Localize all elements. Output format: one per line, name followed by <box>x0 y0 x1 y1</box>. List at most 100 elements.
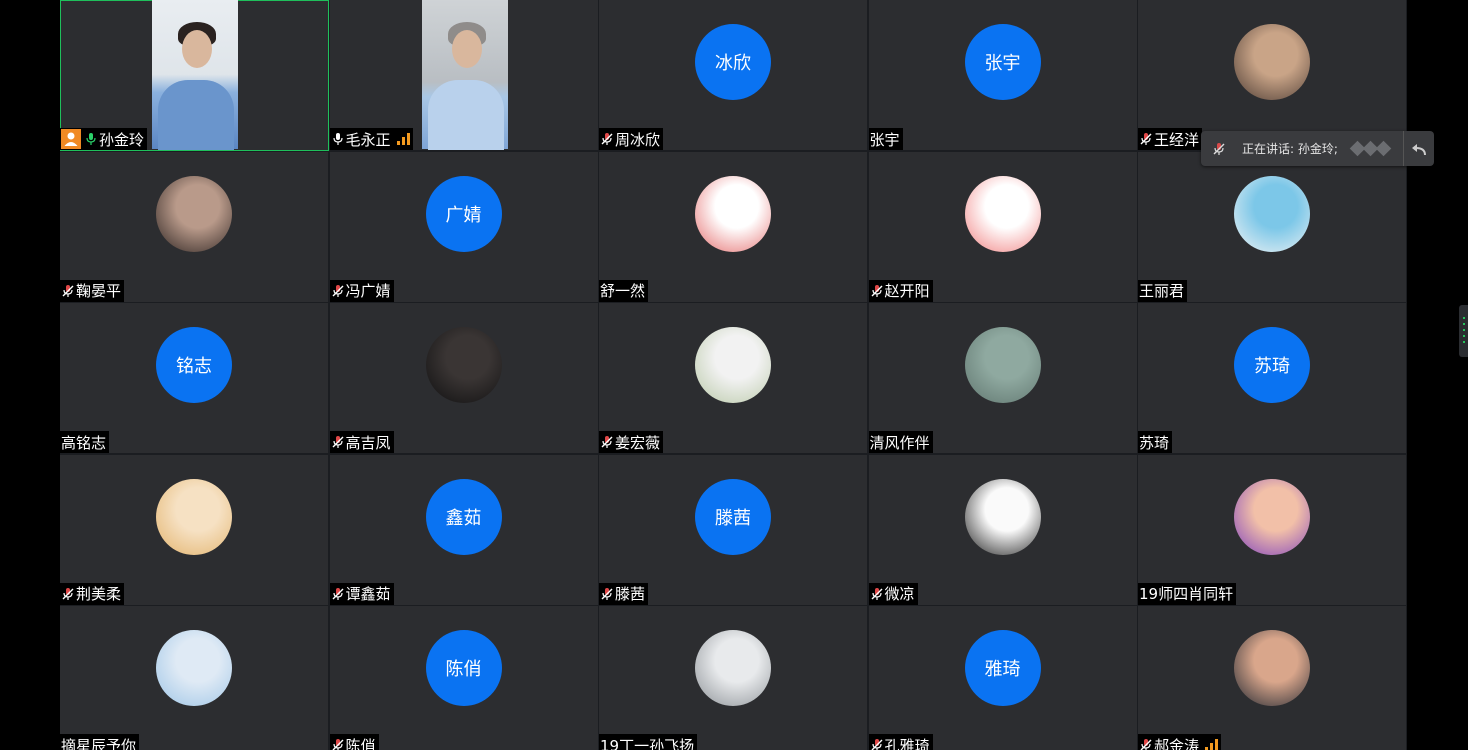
side-panel-handle[interactable] <box>1459 305 1468 357</box>
name-label-bar: 鞠晏平 <box>60 279 125 302</box>
participant-tile[interactable]: 冰欣周冰欣 <box>599 0 868 151</box>
name-label-bar: 高吉凤 <box>329 431 394 453</box>
collapse-icon[interactable] <box>1403 131 1434 166</box>
participant-tile[interactable]: 王经洋 <box>1138 0 1407 151</box>
participant-tile[interactable]: 郝金涛 <box>1138 606 1407 750</box>
name-label-bar: 王经洋 <box>1138 128 1203 150</box>
participant-tile[interactable]: 鞠晏平 <box>60 151 329 303</box>
participant-name: 摘星辰予你 <box>61 736 137 750</box>
avatar: 苏琦 <box>1234 327 1310 403</box>
avatar <box>695 175 771 252</box>
muted-mic-icon <box>331 738 345 750</box>
participant-tile[interactable]: 19师四肖同轩 <box>1138 454 1407 606</box>
participant-tile[interactable]: 微凉 <box>868 454 1138 606</box>
participant-name: 冯广婧 <box>345 282 391 300</box>
name-label-bar: 清风作伴 <box>868 431 933 453</box>
participant-tile[interactable]: 鑫茹谭鑫茹 <box>329 454 599 606</box>
name-label-bar: 张宇 <box>868 128 903 150</box>
muted-mic-icon <box>600 587 614 601</box>
name-label-bar: 19师四肖同轩 <box>1138 582 1237 605</box>
avatar <box>1234 175 1310 252</box>
participant-tile[interactable]: 张宇 张宇 <box>868 0 1138 151</box>
participant-tile[interactable]: 雅琦孔雅琦 <box>868 606 1138 750</box>
participant-tile[interactable]: 陈俏 陈俏 <box>329 606 599 750</box>
participant-name: 毛永正 <box>345 130 391 149</box>
participant-name: 荆美柔 <box>76 585 122 603</box>
participant-tile[interactable]: 广婧 冯广婧 <box>329 151 599 303</box>
avatar <box>1234 478 1310 555</box>
muted-mic-icon <box>1212 142 1226 156</box>
participant-grid: 孙金玲 毛永正 冰欣 周冰欣 张宇 张宇 王经洋 鞠晏平 广婧 冯广婧 舒一然 赵开阳 王丽君 铭志 高铭志… <box>60 0 1407 750</box>
participant-tile[interactable]: 滕茜 滕茜 <box>599 454 868 606</box>
name-label-bar: 舒一然 <box>599 279 649 302</box>
muted-mic-icon <box>600 435 614 449</box>
participant-tile[interactable]: 苏琦 苏琦 <box>1138 303 1407 454</box>
mic-icon <box>84 132 98 146</box>
avatar <box>964 478 1041 555</box>
name-label-bar: 毛永正 <box>329 128 413 150</box>
avatar <box>156 630 232 706</box>
video-feed <box>421 0 508 150</box>
avatar <box>695 630 771 706</box>
muted-mic-icon <box>61 587 75 601</box>
name-label-bar: 荆美柔 <box>60 582 125 605</box>
participant-tile[interactable]: 19丁一孙飞扬 <box>599 606 868 750</box>
name-label-bar: 孙金玲 <box>60 128 148 150</box>
participant-tile[interactable]: 姜宏薇 <box>599 303 868 454</box>
participant-tile[interactable]: 舒一然 <box>599 151 868 303</box>
avatar <box>1234 630 1310 706</box>
avatar <box>425 327 502 403</box>
name-label-bar: 滕茜 <box>599 582 649 605</box>
avatar <box>156 478 232 555</box>
participant-name: 孔雅琦 <box>884 736 930 750</box>
avatar <box>156 175 232 252</box>
participant-name: 赵开阳 <box>884 282 930 300</box>
participant-tile[interactable]: 王丽君 <box>1138 151 1407 303</box>
muted-mic-icon <box>600 132 614 146</box>
participant-name: 姜宏薇 <box>615 433 661 452</box>
avatar: 雅琦 <box>964 630 1041 706</box>
participant-name: 鞠晏平 <box>76 282 122 300</box>
name-label-bar: 赵开阳 <box>868 279 933 302</box>
participant-tile[interactable]: 清风作伴 <box>868 303 1138 454</box>
participant-name: 清风作伴 <box>869 433 930 452</box>
mic-icon <box>331 132 345 146</box>
muted-mic-icon <box>61 284 75 298</box>
avatar <box>964 175 1041 252</box>
participant-tile[interactable]: 摘星辰予你 <box>60 606 329 750</box>
participant-name: 苏琦 <box>1139 433 1170 452</box>
name-label-bar: 摘星辰予你 <box>60 734 140 750</box>
video-feed <box>152 0 238 150</box>
participant-tile[interactable]: 铭志 高铭志 <box>60 303 329 454</box>
participant-name: 高吉凤 <box>345 433 391 452</box>
name-label-bar: 陈俏 <box>329 734 379 750</box>
muted-mic-icon <box>870 587 884 601</box>
avatar: 冰欣 <box>695 24 771 100</box>
participant-name: 王丽君 <box>1139 282 1185 300</box>
avatar: 滕茜 <box>695 478 771 555</box>
avatar <box>695 327 771 403</box>
participant-tile[interactable]: 孙金玲 <box>60 0 329 151</box>
signal-strength-icon <box>1205 739 1219 750</box>
participant-name: 郝金涛 <box>1154 736 1200 750</box>
signal-strength-icon <box>396 133 410 145</box>
participant-name: 舒一然 <box>600 282 646 300</box>
name-label-bar: 苏琦 <box>1138 431 1173 453</box>
avatar: 陈俏 <box>425 630 502 706</box>
participant-name: 陈俏 <box>345 736 376 750</box>
muted-mic-icon <box>870 738 884 750</box>
avatar: 鑫茹 <box>425 478 502 555</box>
name-label-bar: 冯广婧 <box>329 279 394 302</box>
participant-name: 张宇 <box>869 130 900 149</box>
participant-tile[interactable]: 赵开阳 <box>868 151 1138 303</box>
muted-mic-icon <box>331 587 345 601</box>
participant-tile[interactable]: 毛永正 <box>329 0 599 151</box>
participant-tile[interactable]: 荆美柔 <box>60 454 329 606</box>
participant-name: 谭鑫茹 <box>345 585 391 603</box>
name-label-bar: 姜宏薇 <box>599 431 664 453</box>
muted-mic-icon <box>1139 738 1153 750</box>
participant-tile[interactable]: 高吉凤 <box>329 303 599 454</box>
name-label-bar: 周冰欣 <box>599 128 664 150</box>
name-label-bar: 微凉 <box>868 582 918 605</box>
name-label-bar: 王丽君 <box>1138 279 1188 302</box>
